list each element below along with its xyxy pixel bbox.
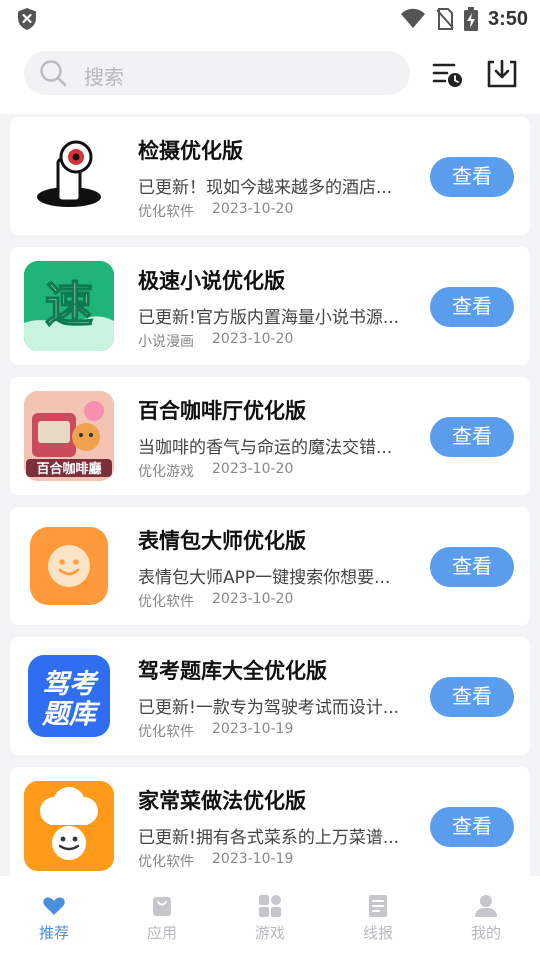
app-description: 表情包大师APP一键搜索你想要...: [138, 568, 391, 588]
app-date: 2023-10-20: [212, 331, 294, 347]
view-button[interactable]: 查看: [430, 417, 514, 457]
app-date: 2023-10-19: [212, 851, 294, 867]
app-description: 已更新!一款专为驾驶考试而设计...: [138, 698, 400, 718]
app-card[interactable]: 驾考 题库 驾考题库大全优化版 已更新!一款专为驾驶考试而设计... 优化软件 …: [10, 637, 530, 755]
nav-item-profile[interactable]: 我的: [432, 876, 540, 960]
nav-label: 我的: [470, 924, 501, 942]
search-placeholder[interactable]: 搜索: [84, 61, 124, 90]
nav-label: 应用: [146, 924, 177, 942]
app-card[interactable]: 速 极速小说优化版 已更新!官方版内置海量小说书源... 小说漫画 2023-1…: [10, 247, 530, 365]
app-description: 已更新!拥有各式菜系的上万菜谱...: [138, 828, 400, 848]
nav-item-apps[interactable]: 应用: [108, 876, 216, 960]
nav-item-news[interactable]: 线报: [324, 876, 432, 960]
bottom-nav: 推荐 应用 游戏 线报 我的: [0, 876, 540, 960]
document-icon: [369, 895, 387, 917]
view-button[interactable]: 查看: [430, 807, 514, 847]
wifi-icon: [400, 8, 425, 28]
speed-novel-app-icon: 速: [24, 261, 114, 351]
speed-icon-glyph: 速: [45, 277, 93, 333]
heart-icon: [43, 897, 65, 915]
battery-charging-icon: [463, 7, 478, 31]
smiley-app-icon: [24, 521, 114, 611]
status-bar: 3:50: [0, 0, 540, 38]
view-button[interactable]: 查看: [430, 157, 514, 197]
app-title: 驾考题库大全优化版: [138, 659, 327, 683]
view-button[interactable]: 查看: [430, 677, 514, 717]
app-date: 2023-10-20: [212, 591, 294, 607]
app-title: 表情包大师优化版: [138, 529, 306, 553]
app-card[interactable]: 表情包大师优化版 表情包大师APP一键搜索你想要... 优化软件 2023-10…: [10, 507, 530, 625]
no-sim-icon: [436, 8, 454, 30]
app-category: 优化软件: [138, 594, 194, 610]
download-icon[interactable]: [486, 59, 518, 89]
app-category: 小说漫画: [138, 334, 194, 350]
history-list-icon[interactable]: [432, 59, 464, 89]
driving-quiz-app-icon: 驾考 题库: [24, 651, 114, 741]
app-description: 已更新！现如今越来越多的酒店...: [138, 178, 393, 198]
app-category: 优化软件: [138, 724, 194, 740]
bag-icon: [153, 897, 171, 916]
app-title: 百合咖啡厅优化版: [138, 399, 306, 423]
view-button[interactable]: 查看: [430, 287, 514, 327]
nav-label: 游戏: [254, 924, 285, 942]
driving-quiz-icon-line2: 题库: [41, 699, 101, 730]
status-time: 3:50: [487, 7, 528, 30]
app-category: 优化软件: [138, 854, 194, 870]
lily-cafe-icon-text: 百合咖啡廳: [36, 461, 101, 477]
app-title: 家常菜做法优化版: [138, 789, 306, 813]
nav-item-recommend[interactable]: 推荐: [0, 876, 108, 960]
nav-item-games[interactable]: 游戏: [216, 876, 324, 960]
app-category: 优化软件: [138, 204, 194, 220]
app-title: 极速小说优化版: [138, 269, 285, 293]
app-card[interactable]: 百合咖啡廳 百合咖啡厅优化版 当咖啡的香气与命运的魔法交错... 优化游戏 20…: [10, 377, 530, 495]
nav-label: 推荐: [38, 924, 69, 942]
driving-quiz-icon-line1: 驾考: [42, 669, 100, 700]
camera-scan-app-icon: [24, 131, 114, 221]
view-button[interactable]: 查看: [430, 547, 514, 587]
nav-label: 线报: [362, 924, 393, 942]
app-title: 检摄优化版: [138, 139, 243, 163]
chef-app-icon: [24, 781, 114, 871]
app-date: 2023-10-20: [212, 461, 294, 477]
search-icon: [40, 60, 67, 87]
app-card[interactable]: 检摄优化版 已更新！现如今越来越多的酒店... 优化软件 2023-10-20 …: [10, 117, 530, 235]
shield-icon: [18, 8, 36, 30]
lily-cafe-app-icon: 百合咖啡廳: [24, 391, 114, 481]
header: 搜索: [0, 38, 540, 114]
person-icon: [475, 895, 497, 917]
app-description: 当咖啡的香气与命运的魔法交错...: [138, 438, 393, 458]
grid-icon: [259, 895, 281, 917]
search-bar[interactable]: 搜索: [24, 51, 410, 95]
app-category: 优化游戏: [138, 464, 194, 480]
app-date: 2023-10-20: [212, 201, 294, 217]
app-description: 已更新!官方版内置海量小说书源...: [138, 308, 400, 328]
app-date: 2023-10-19: [212, 721, 294, 737]
app-card[interactable]: 家常菜做法优化版 已更新!拥有各式菜系的上万菜谱... 优化软件 2023-10…: [10, 767, 530, 885]
